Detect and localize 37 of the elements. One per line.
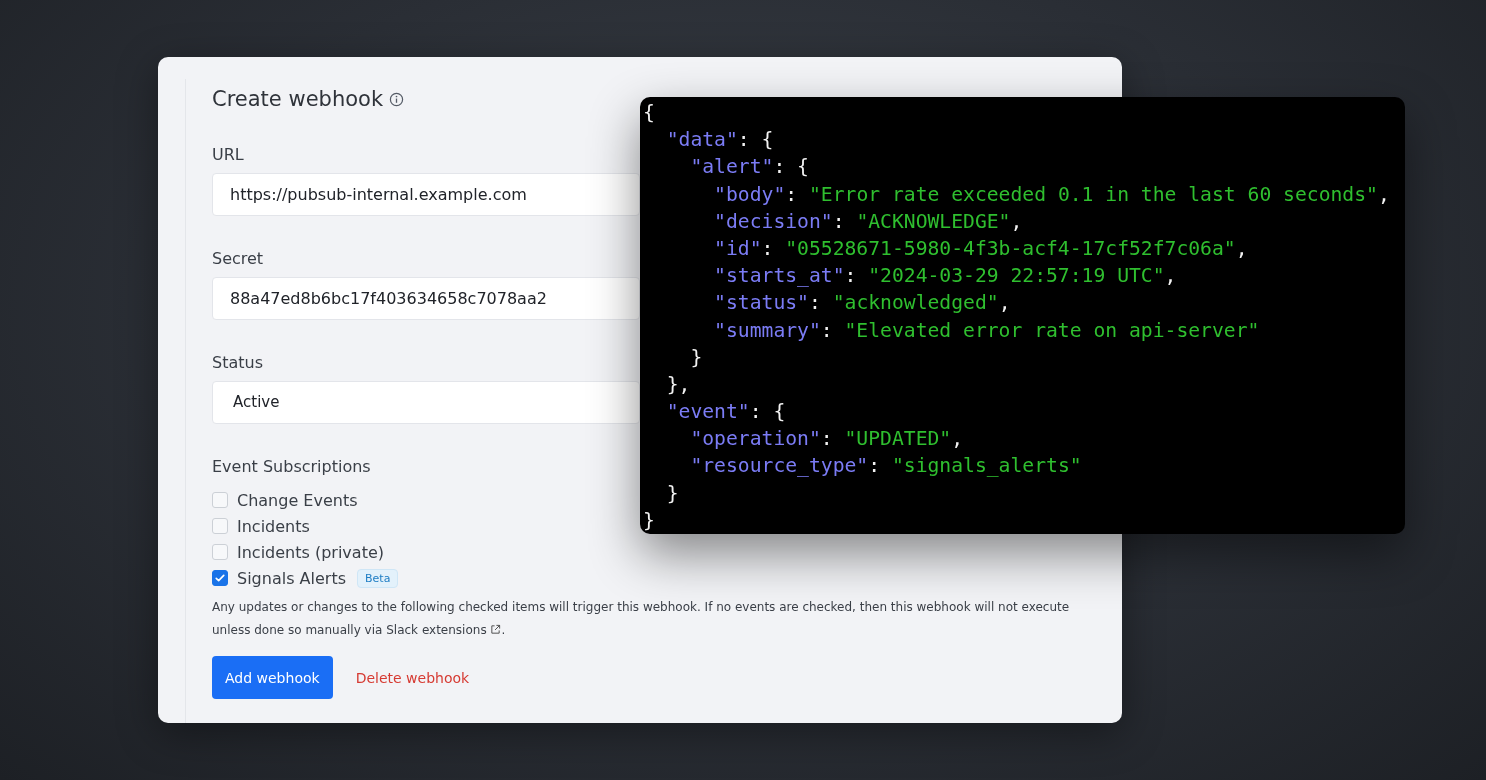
code-line: "starts_at": "2024-03-29 22:57:19 UTC", [713,263,1177,290]
code-line: { [643,100,655,126]
field-label: URL [212,144,244,166]
delete-button[interactable]: Delete webhook [342,656,483,699]
code-line: "status": "acknowledged", [713,290,1011,317]
code-line: "resource_type": "signals_alerts" [689,453,1082,480]
code-line: "summary": "Elevated error rate on api-server" [713,317,1260,344]
code-line: "alert": { [689,154,809,181]
code-line: "data": { [665,127,774,154]
code-line: } [665,480,679,507]
code-line: }, [665,371,691,398]
code-line: "operation": "UPDATED", [689,426,964,453]
code-line: "decision": "ACKNOWLEDGE", [713,208,1023,235]
code-line: "id": "05528671-5980-4f3b-acf4-17cf52f7c06a", [713,235,1248,262]
checkbox-label: Incidents (private) [237,542,384,562]
code-line: "body": "Error rate exceeded 0.1 in the last 60 seconds", [713,181,1390,208]
external-link-icon [490,624,502,635]
info-icon[interactable] [389,91,405,107]
field-label: Status [212,352,263,374]
checkmark-icon [214,572,226,584]
form-title: Create webhook [212,87,384,111]
text-field[interactable]: https://pubsub-internal.example.com [212,173,640,216]
checkbox-label: Signals Alerts [237,568,346,588]
text-field[interactable]: 88a47ed8b6bc17f403634658c7078aa2 [212,277,640,320]
section-label: Event Subscriptions [212,456,371,478]
code-line: } [643,507,655,534]
help-text: Any updates or changes to the following checked items will trigger this webhook. If no events are checked, then this webhook will not execute unless done so manually via Slack extensions . [212,599,1071,639]
help-link[interactable]: Slack extensions [386,623,502,637]
checkbox-label: Incidents [237,516,310,536]
field-label: Secret [212,248,264,270]
beta-badge: Beta [357,568,399,588]
add-button[interactable]: Add webhook [212,656,333,699]
code-line: "event": { [665,399,786,426]
checkbox[interactable] [212,570,228,586]
checkbox-label: Change Events [237,490,358,510]
code-line: } [689,344,703,371]
status-select[interactable]: Active [212,381,640,424]
